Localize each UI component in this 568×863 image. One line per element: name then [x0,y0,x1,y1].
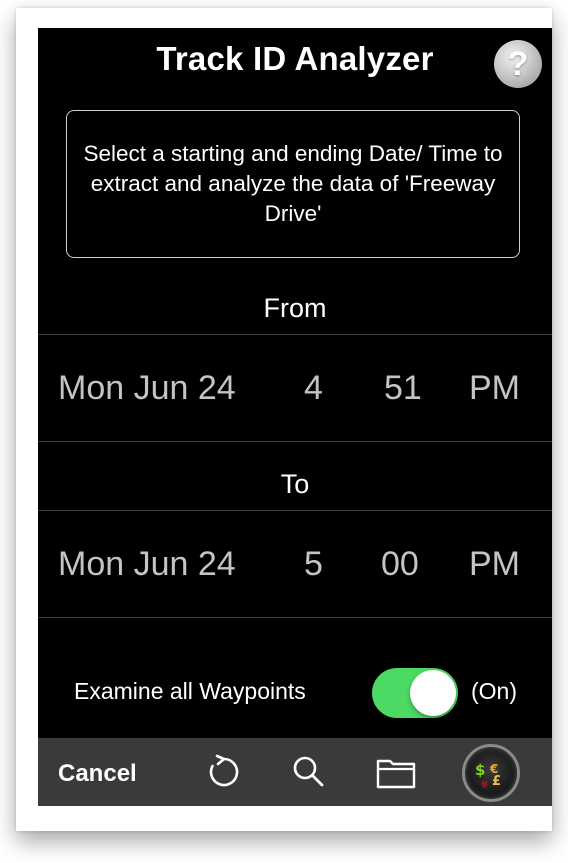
to-datetime-picker[interactable]: Mon Jun 24 5 00 PM [38,510,552,618]
to-ampm-wheel[interactable]: PM [469,545,520,584]
refresh-button[interactable] [204,752,244,792]
app-screen: Track ID Analyzer ? Select a starting an… [38,28,552,806]
waypoints-row: Examine all Waypoints (On) [38,668,552,718]
cancel-button[interactable]: Cancel [58,760,137,788]
waypoints-state: (On) [471,678,517,704]
to-hour-wheel[interactable]: 5 [304,545,323,584]
instruction-box: Select a starting and ending Date/ Time … [66,110,520,258]
bottom-toolbar: Cancel $ € £ ¥ [38,738,552,806]
search-icon [293,756,324,787]
currency-icon: $ € £ ¥ [475,761,501,791]
page-title: Track ID Analyzer [156,40,434,77]
folder-icon [376,759,416,789]
from-minute-wheel[interactable]: 51 [384,369,422,408]
to-date-wheel[interactable]: Mon Jun 24 [58,545,236,584]
from-hour-wheel[interactable]: 4 [304,369,323,408]
folder-button[interactable] [374,752,416,792]
instruction-text: Select a starting and ending Date/ Time … [83,141,503,226]
search-button[interactable] [288,752,328,792]
svg-text:¥: ¥ [481,780,488,791]
to-label: To [280,469,310,499]
to-minute-wheel[interactable]: 00 [381,545,419,584]
waypoints-toggle[interactable] [372,668,458,718]
from-label: From [263,293,327,323]
help-icon: ? [507,45,529,83]
help-button[interactable]: ? [494,40,542,88]
from-ampm-wheel[interactable]: PM [469,369,520,408]
svg-text:£: £ [492,774,501,789]
waypoints-label: Examine all Waypoints [74,678,306,704]
svg-text:$: $ [475,761,485,779]
from-date-wheel[interactable]: Mon Jun 24 [58,369,236,408]
currency-button[interactable]: $ € £ ¥ [462,744,520,802]
toggle-knob [410,670,456,716]
refresh-icon [209,754,239,787]
from-datetime-picker[interactable]: Mon Jun 24 4 51 PM [38,334,552,442]
